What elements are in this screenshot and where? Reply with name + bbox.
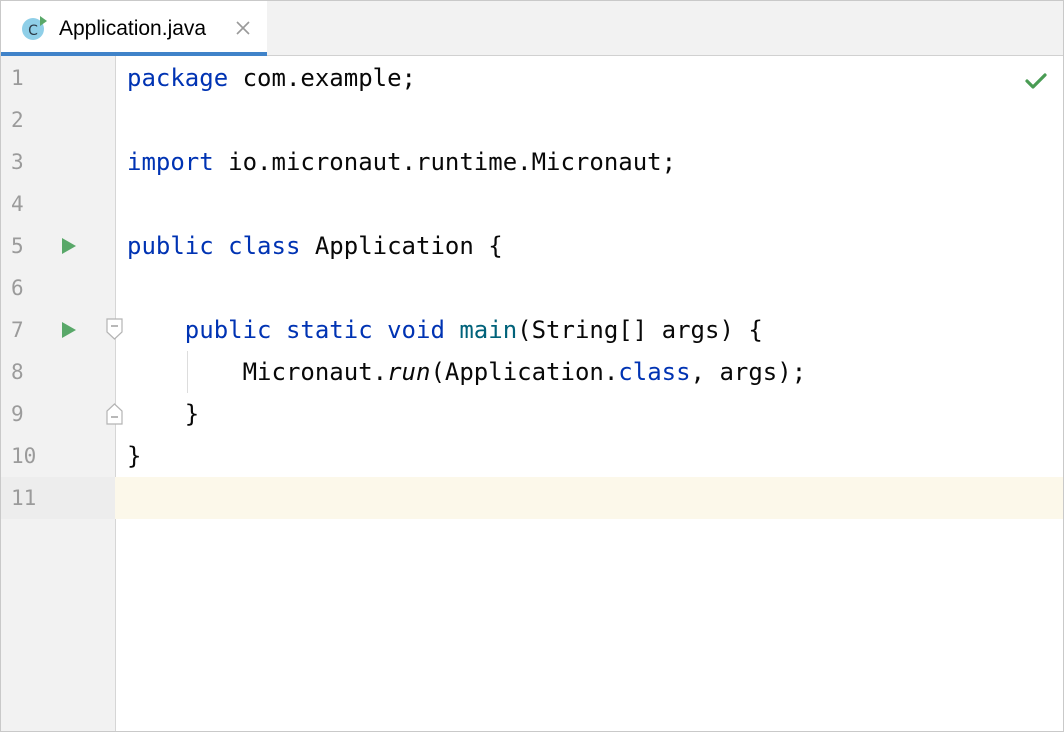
fold-start-icon[interactable]: [106, 318, 123, 340]
keyword-token: public: [127, 232, 214, 260]
code-token: Micronaut.: [127, 358, 387, 386]
keyword-token: public: [185, 316, 272, 344]
line-number: 9: [1, 393, 115, 435]
code-token: [272, 316, 286, 344]
close-icon[interactable]: [235, 20, 251, 36]
code-line[interactable]: 7 public static void main(String[] args)…: [1, 309, 1063, 351]
line-number: 4: [1, 183, 115, 225]
method-name-token: main: [459, 316, 517, 344]
keyword-token: void: [387, 316, 445, 344]
code-token: Application {: [300, 232, 502, 260]
code-text: import io.micronaut.runtime.Micronaut;: [127, 141, 676, 183]
code-text: }: [127, 393, 199, 435]
line-number: 10: [1, 435, 115, 477]
run-icon[interactable]: [61, 237, 77, 255]
code-text: public class Application {: [127, 225, 503, 267]
code-line[interactable]: 10}: [1, 435, 1063, 477]
line-number: 3: [1, 141, 115, 183]
checkmark-icon[interactable]: [1024, 71, 1048, 91]
code-line[interactable]: 2: [1, 99, 1063, 141]
code-line[interactable]: 11: [1, 477, 1063, 519]
line-number: 2: [1, 99, 115, 141]
tab-application-java[interactable]: C Application.java: [1, 1, 267, 55]
keyword-token: class: [618, 358, 690, 386]
static-call-token: run: [387, 358, 430, 386]
tab-label: Application.java: [59, 16, 206, 42]
indent-guide: [187, 351, 188, 393]
code-line[interactable]: 6: [1, 267, 1063, 309]
code-token: }: [127, 442, 141, 470]
code-line[interactable]: 3 import io.micronaut.runtime.Micronaut;: [1, 141, 1063, 183]
code-token: [214, 232, 228, 260]
line-number: 6: [1, 267, 115, 309]
code-text: Micronaut.run(Application.class, args);: [127, 351, 806, 393]
code-token: , args);: [691, 358, 807, 386]
code-line[interactable]: 5 public class Application {: [1, 225, 1063, 267]
code-token: (Application.: [430, 358, 618, 386]
code-line[interactable]: 1 package com.example;: [1, 57, 1063, 99]
svg-text:C: C: [28, 23, 38, 39]
code-token: }: [127, 400, 199, 428]
editor-window: C Application.java 1 package com.example;…: [0, 0, 1064, 732]
line-number: 5: [1, 225, 115, 267]
code-token: [373, 316, 387, 344]
code-text: package com.example;: [127, 57, 416, 99]
fold-end-icon[interactable]: [106, 403, 123, 425]
keyword-token: class: [228, 232, 300, 260]
tab-bar: C Application.java: [1, 1, 1063, 56]
code-line[interactable]: 4: [1, 183, 1063, 225]
line-number: 11: [1, 477, 115, 519]
code-token: [127, 316, 185, 344]
java-class-run-icon: C: [21, 15, 47, 41]
code-line[interactable]: 9 }: [1, 393, 1063, 435]
code-token: io.micronaut.runtime.Micronaut;: [214, 148, 676, 176]
code-token: (String[] args) {: [517, 316, 763, 344]
keyword-token: import: [127, 148, 214, 176]
run-icon[interactable]: [61, 321, 77, 339]
code-token: [445, 316, 459, 344]
keyword-token: package: [127, 64, 228, 92]
code-text: }: [127, 435, 141, 477]
code-line[interactable]: 8 Micronaut.run(Application.class, args)…: [1, 351, 1063, 393]
line-number: 8: [1, 351, 115, 393]
line-number: 1: [1, 57, 115, 99]
code-text: public static void main(String[] args) {: [127, 309, 763, 351]
keyword-token: static: [286, 316, 373, 344]
line-number: 7: [1, 309, 115, 351]
code-token: com.example;: [228, 64, 416, 92]
